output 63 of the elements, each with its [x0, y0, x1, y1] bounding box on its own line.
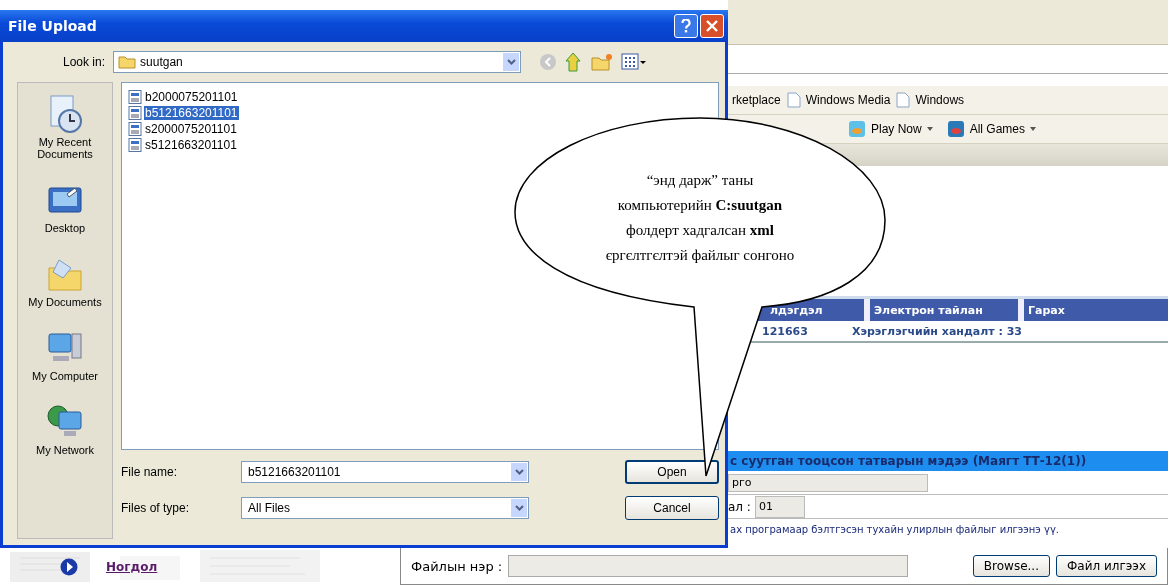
- file-item[interactable]: b2000075201101: [128, 89, 239, 105]
- callout-text: “энд дарж” таны компьютерийн C:suutgan фолдерт хадгалсан xml єргєлтгєлтэй файлыг сонгоно: [604, 171, 796, 265]
- caret-icon: [926, 127, 933, 131]
- browse-button[interactable]: Browse...: [972, 555, 1050, 577]
- folder-icon: [118, 55, 137, 69]
- nav-tab[interactable]: Гарах: [1018, 299, 1083, 321]
- places-item[interactable]: My Recent Documents: [18, 93, 112, 161]
- field-label: File name:: [121, 465, 179, 479]
- close-icon: [706, 20, 718, 32]
- look-in-dropdown[interactable]: suutgan: [113, 51, 522, 73]
- field-label: Файлын нэр :: [411, 558, 503, 574]
- game-icon: [848, 120, 866, 138]
- info-text: 121663: [762, 324, 808, 338]
- xml-file-icon: [128, 106, 142, 120]
- caret-icon: [514, 469, 524, 475]
- close-button[interactable]: [700, 14, 724, 38]
- xml-file-icon: [128, 122, 142, 136]
- dropdown-button[interactable]: [511, 499, 527, 517]
- window-title: File Upload: [8, 18, 97, 34]
- games-icon: [946, 120, 965, 138]
- cancel-button[interactable]: Cancel: [625, 496, 719, 520]
- field-label: ал :: [728, 499, 751, 514]
- places-item[interactable]: Desktop: [18, 179, 112, 235]
- xml-file-icon: [128, 90, 142, 104]
- field-label: Look in:: [63, 55, 106, 69]
- info-text: Хэрэглэгчийн хандалт : 33: [851, 324, 1023, 338]
- field-label: Files of type:: [121, 501, 191, 515]
- page-icon: [896, 92, 911, 108]
- up-arrow-icon[interactable]: [565, 52, 584, 72]
- places-item[interactable]: My Documents: [18, 253, 112, 309]
- link[interactable]: Windows Media: [805, 93, 891, 107]
- instruction-text: ах програмаар бэлтгэсэн тухайн улирлын файлыг илгээнэ үү.: [729, 522, 1060, 537]
- help-icon: [681, 19, 691, 33]
- open-button[interactable]: Open: [625, 460, 719, 484]
- caret-icon: [506, 59, 516, 65]
- caret-icon: [514, 505, 524, 511]
- file-item[interactable]: s5121663201101: [128, 137, 238, 153]
- dropdown-button[interactable]: [511, 463, 527, 481]
- file-type-dropdown[interactable]: All Files: [241, 497, 529, 519]
- file-name-field[interactable]: b5121663201101: [241, 461, 529, 483]
- new-folder-icon[interactable]: [591, 53, 614, 71]
- send-file-button[interactable]: Файл илгээх: [1056, 555, 1157, 577]
- games-menu[interactable]: All Games: [969, 122, 1026, 136]
- file-item[interactable]: s2000075201101: [128, 121, 238, 137]
- caret-icon: [1030, 127, 1037, 131]
- play-icon: [60, 557, 78, 576]
- text-field[interactable]: 01: [754, 495, 805, 518]
- text-field[interactable]: рго: [728, 473, 928, 492]
- nav-tab[interactable]: лдэгдэл: [766, 299, 864, 321]
- views-menu-icon[interactable]: [621, 53, 648, 71]
- places-item[interactable]: My Computer: [18, 327, 112, 383]
- file-path-field[interactable]: [508, 555, 909, 577]
- help-button[interactable]: [674, 14, 698, 38]
- games-menu[interactable]: Play Now: [871, 122, 922, 136]
- dropdown-button[interactable]: [503, 53, 520, 71]
- page-icon: [786, 92, 801, 108]
- nav-tab[interactable]: Электрон тайлан: [864, 299, 1018, 321]
- link[interactable]: Windows: [915, 93, 965, 107]
- side-link[interactable]: Ногдол: [106, 559, 158, 574]
- form-title: с суутган тооцсон татварын мэдээ (Маягт ТТ-12(1)): [728, 451, 1168, 471]
- xml-file-icon: [128, 138, 142, 152]
- link[interactable]: rketplace: [732, 93, 781, 107]
- places-item[interactable]: My Network: [18, 401, 112, 457]
